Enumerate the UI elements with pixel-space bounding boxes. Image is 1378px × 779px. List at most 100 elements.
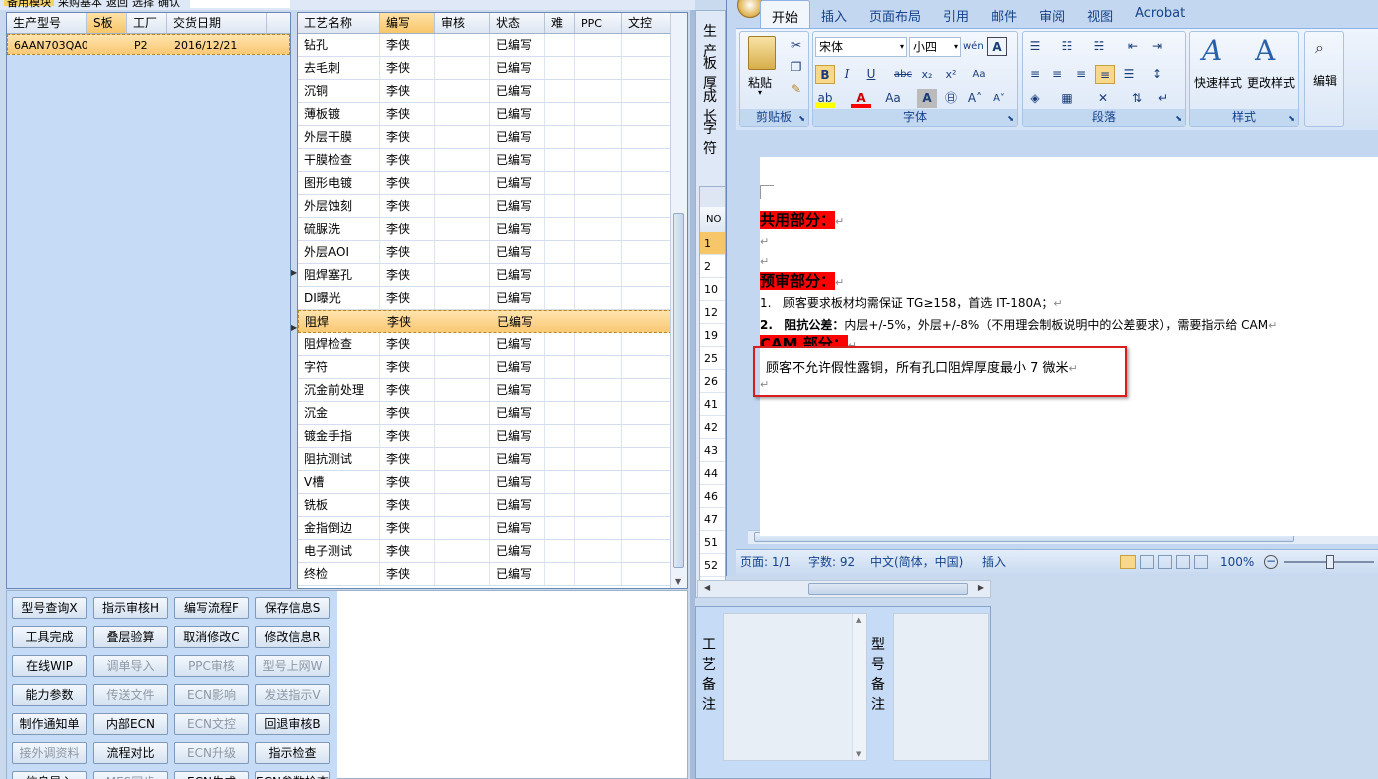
top-menu-item[interactable]: 返回 — [106, 0, 128, 8]
enclose-char-icon[interactable]: ㊐ — [941, 89, 961, 108]
no-cell[interactable]: 52 — [700, 554, 725, 577]
action-button[interactable]: 型号上网W — [255, 655, 330, 677]
action-button[interactable]: 调单导入 — [93, 655, 168, 677]
zoom-out-icon[interactable]: − — [1264, 555, 1278, 569]
top-menu-item[interactable]: 备用模块 — [4, 0, 54, 8]
language[interactable]: 中文(简体，中国) — [870, 550, 963, 575]
scrollbar-thumb[interactable] — [808, 583, 968, 595]
action-button[interactable]: 制作通知单 — [12, 713, 87, 735]
no-cell[interactable]: 2 — [700, 255, 725, 278]
tab-page-layout[interactable]: 页面布局 — [858, 0, 932, 28]
grow-font-icon[interactable]: A˄ — [965, 89, 985, 108]
char-shading-icon[interactable]: A — [917, 89, 937, 108]
table-row[interactable]: 6AAN703QA0 P2 2016/12/21 — [7, 34, 290, 55]
no-cell[interactable]: 41 — [700, 393, 725, 416]
action-button[interactable]: ECN参数检查 — [255, 771, 330, 779]
align-left-icon[interactable]: ≡ — [1025, 65, 1045, 84]
quick-style-button[interactable]: 快速样式 — [1194, 74, 1242, 91]
table-row[interactable]: 图形电镀 李侠 已编写 — [298, 172, 687, 195]
top-menu-item[interactable]: 选择 — [132, 0, 154, 8]
change-case-icon[interactable]: Aa — [883, 89, 903, 108]
insert-mode[interactable]: 插入 — [982, 550, 1006, 575]
format-painter-icon[interactable]: ✎ — [786, 80, 806, 99]
table-row[interactable]: 干膜检查 李侠 已编写 — [298, 149, 687, 172]
table-row[interactable]: 外层蚀刻 李侠 已编写 — [298, 195, 687, 218]
dialog-launcher-icon[interactable]: ⬊ — [1288, 114, 1295, 123]
table-row[interactable]: 外层AOI 李侠 已编写 — [298, 241, 687, 264]
no-cell[interactable]: 46 — [700, 485, 725, 508]
shrink-font-icon[interactable]: A˅ — [989, 89, 1009, 108]
table-row[interactable]: 电子测试 李侠 已编写 — [298, 540, 687, 563]
table-row[interactable]: 字符 李侠 已编写 — [298, 356, 687, 379]
action-button[interactable]: 取消修改C — [174, 626, 249, 648]
action-button[interactable]: ECN影响 — [174, 684, 249, 706]
model-remark-field[interactable] — [893, 613, 989, 761]
table-row[interactable]: DI曝光 李侠 已编写 — [298, 287, 687, 310]
font-size-select[interactable]: 小四 ▾ — [909, 37, 961, 57]
no-cell[interactable]: 10 — [700, 278, 725, 301]
strikethrough-icon[interactable]: abc — [893, 65, 913, 84]
table-row[interactable]: 阻焊检查 李侠 已编写 — [298, 333, 687, 356]
no-cell[interactable]: 44 — [700, 462, 725, 485]
no-cell[interactable]: 25 — [700, 347, 725, 370]
paste-icon[interactable] — [748, 36, 776, 70]
action-button[interactable]: 指示检查 — [255, 742, 330, 764]
action-button[interactable]: 指示审核H — [93, 597, 168, 619]
table-row[interactable]: 终检 李侠 已编写 — [298, 563, 687, 586]
table-row[interactable]: 阻焊塞孔 李侠 已编写 — [298, 264, 687, 287]
col-header[interactable]: PPC — [575, 13, 622, 33]
outline-icon[interactable] — [1176, 555, 1190, 569]
highlight-icon[interactable]: ab — [815, 89, 835, 108]
doc-line-2[interactable]: 2. 阻抗公差：内层+/-5%，外层+/-8%（不用理会制板说明中的公差要求），… — [760, 316, 1277, 333]
col-header[interactable]: 文控 — [622, 13, 672, 33]
justify-icon[interactable]: ≡ — [1095, 65, 1115, 84]
scroll-right-icon[interactable]: ▶ — [978, 583, 984, 592]
scrollbar-thumb[interactable] — [673, 213, 684, 568]
action-button[interactable]: 发送指示V — [255, 684, 330, 706]
action-button[interactable]: MES同步 — [93, 771, 168, 779]
zoom-slider-thumb[interactable] — [1326, 555, 1334, 569]
clear-format-icon[interactable]: Aa — [969, 65, 989, 84]
distributed-icon[interactable]: ☰ — [1119, 65, 1139, 84]
table-row[interactable]: 去毛刺 李侠 已编写 — [298, 57, 687, 80]
horizontal-scrollbar[interactable]: ◀ ▶ — [697, 580, 991, 598]
action-button[interactable]: 信息导入 — [12, 771, 87, 779]
change-style-icon[interactable]: A — [1255, 34, 1275, 67]
tab-mailings[interactable]: 邮件 — [980, 0, 1028, 28]
action-button[interactable]: 内部ECN — [93, 713, 168, 735]
chevron-down-icon[interactable]: ▾ — [758, 88, 762, 97]
table-row[interactable]: 薄板镀 李侠 已编写 — [298, 103, 687, 126]
cut-icon[interactable]: ✂ — [786, 36, 806, 55]
bullets-icon[interactable]: ☰ — [1025, 37, 1045, 56]
remark-scrollbar[interactable]: ▲ ▼ — [852, 614, 866, 760]
action-button[interactable]: 在线WIP — [12, 655, 87, 677]
italic-icon[interactable]: I — [837, 65, 857, 84]
table-row[interactable]: 金指倒边 李侠 已编写 — [298, 517, 687, 540]
superscript-icon[interactable]: x² — [941, 65, 961, 84]
increase-indent-icon[interactable]: ⇥ — [1147, 37, 1167, 56]
underline-icon[interactable]: U — [861, 65, 881, 84]
zoom-level[interactable]: 100% — [1220, 550, 1254, 575]
print-layout-icon[interactable] — [1120, 555, 1136, 569]
col-header[interactable]: 状态 — [490, 13, 545, 33]
scroll-up-icon[interactable]: ▲ — [856, 616, 861, 624]
col-header[interactable]: 工艺名称 — [298, 13, 380, 33]
col-header[interactable]: 工厂 — [127, 13, 167, 33]
table-row[interactable]: 沉铜 李侠 已编写 — [298, 80, 687, 103]
action-button[interactable]: 工具完成 — [12, 626, 87, 648]
tab-home[interactable]: 开始 — [760, 0, 811, 28]
table-row[interactable]: 阻焊 李侠 已编写 — [298, 310, 687, 333]
numbering-icon[interactable]: ☷ — [1057, 37, 1077, 56]
phonetic-guide-icon[interactable]: wén — [963, 37, 984, 56]
font-name-select[interactable]: 宋体 ▾ — [815, 37, 907, 57]
scroll-down-icon[interactable]: ▼ — [675, 577, 681, 586]
tab-insert[interactable]: 插入 — [810, 0, 858, 28]
col-header[interactable]: 交货日期 — [167, 13, 267, 33]
table-row[interactable]: V槽 李侠 已编写 — [298, 471, 687, 494]
no-cell[interactable]: 43 — [700, 439, 725, 462]
action-button[interactable]: 型号查询X — [12, 597, 87, 619]
no-cell[interactable]: 26 — [700, 370, 725, 393]
action-button[interactable]: 保存信息S — [255, 597, 330, 619]
table-row[interactable]: 外层干膜 李侠 已编写 — [298, 126, 687, 149]
action-button[interactable]: 叠层验算 — [93, 626, 168, 648]
